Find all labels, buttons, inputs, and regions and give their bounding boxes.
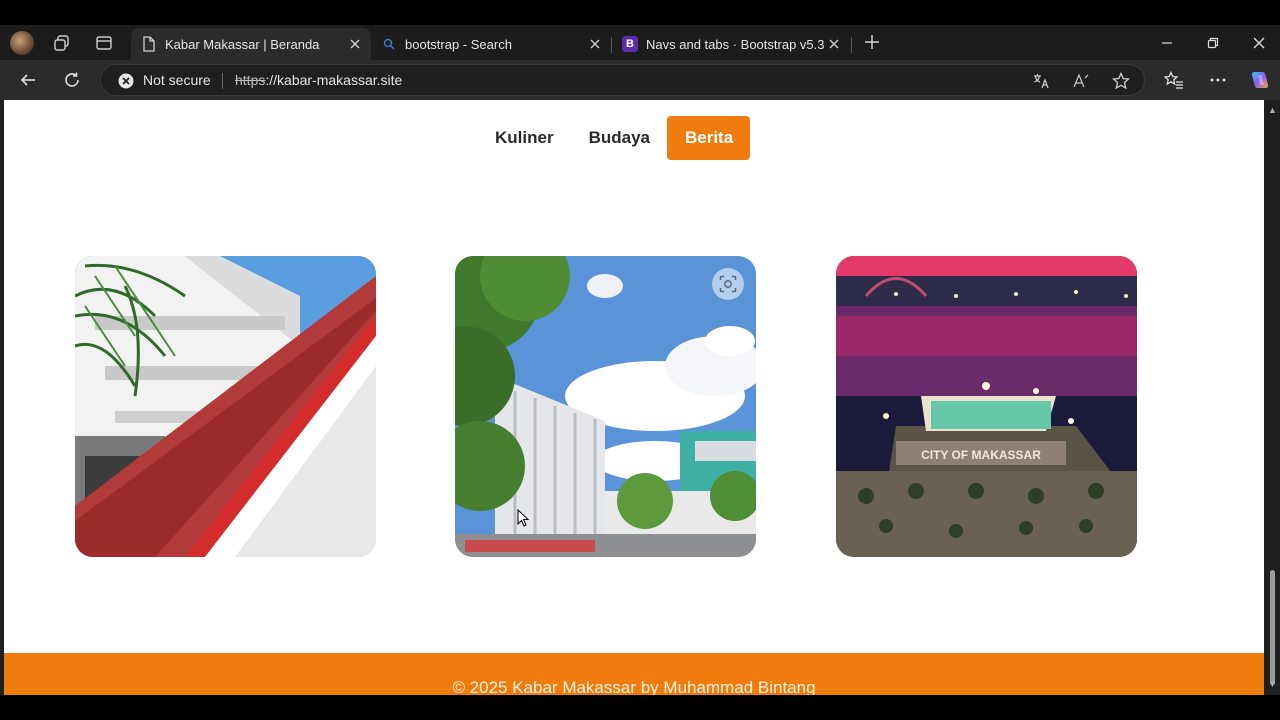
news-card-image-2[interactable] [455,256,756,557]
close-tab-icon[interactable] [585,34,605,54]
minimize-icon[interactable] [1156,32,1178,54]
news-card-image-3[interactable]: CITY OF MAKASSAR [836,256,1137,557]
new-tab-icon[interactable] [862,32,882,52]
refresh-icon[interactable] [60,68,84,92]
close-tab-icon[interactable] [345,34,365,54]
page-icon [141,36,157,52]
tab-title: Navs and tabs · Bootstrap v5.3 [646,36,824,52]
tab-kabar-makassar[interactable]: Kabar Makassar | Beranda [131,28,371,60]
pill-budaya[interactable]: Budaya [571,116,667,160]
workspaces-icon[interactable] [52,33,72,53]
tab-title: Kabar Makassar | Beranda [165,36,320,52]
back-icon[interactable] [16,68,40,92]
scroll-up-icon[interactable]: ▲ [1268,106,1277,115]
translate-icon[interactable] [1031,71,1051,91]
restore-icon[interactable] [1202,32,1224,54]
city-sign-text: CITY OF MAKASSAR [921,448,1041,462]
category-nav-pills: Kuliner Budaya Berita [477,116,751,160]
pill-kuliner[interactable]: Kuliner [477,116,571,160]
mouse-cursor-icon [517,508,530,527]
close-window-icon[interactable] [1248,32,1270,54]
favorites-icon[interactable] [1162,68,1186,92]
search-icon [381,36,397,52]
copilot-icon[interactable] [1248,68,1272,92]
vertical-tabs-icon[interactable] [94,33,114,53]
visual-search-icon[interactable] [712,268,744,300]
tab-bootstrap-search[interactable]: bootstrap - Search [371,28,611,60]
bootstrap-logo-icon: B [622,36,638,52]
tab-strip: Kabar Makassar | Beranda bootstrap - Sea… [0,25,1280,60]
browser-window: Kabar Makassar | Beranda bootstrap - Sea… [0,25,1280,695]
url-scheme: https [235,72,266,88]
scrollbar-thumb[interactable] [1270,570,1275,685]
address-bar[interactable]: Not secure https://kabar-makassar.site [100,64,1145,96]
tab-separator [851,37,852,53]
address-divider [222,73,223,89]
security-status[interactable]: Not secure [143,72,211,88]
close-tab-icon[interactable] [824,34,844,54]
scroll-down-icon[interactable]: ▼ [1268,680,1277,689]
page-viewport: Kuliner Budaya Berita CITY OF MAKASSAR ©… [4,100,1264,695]
read-aloud-icon[interactable] [1071,71,1091,91]
tab-title: bootstrap - Search [405,36,512,52]
url-host: ://kabar-makassar.site [265,72,403,88]
tab-bootstrap-navs[interactable]: B Navs and tabs · Bootstrap v5.3 [612,28,850,60]
more-options-icon[interactable] [1206,68,1230,92]
footer-copyright: © 2025 Kabar Makassar by Muhammad Bintan… [452,678,816,695]
favorite-star-icon[interactable] [1111,71,1131,91]
pill-berita[interactable]: Berita [666,116,751,160]
profile-avatar[interactable] [10,31,34,55]
news-card-image-1[interactable] [75,256,376,557]
not-secure-icon[interactable] [118,73,134,89]
navigation-bar: Not secure https://kabar-makassar.site [0,60,1280,100]
url-text[interactable]: https://kabar-makassar.site [235,72,402,88]
vertical-scrollbar[interactable]: ▲ ▼ [1264,100,1280,695]
